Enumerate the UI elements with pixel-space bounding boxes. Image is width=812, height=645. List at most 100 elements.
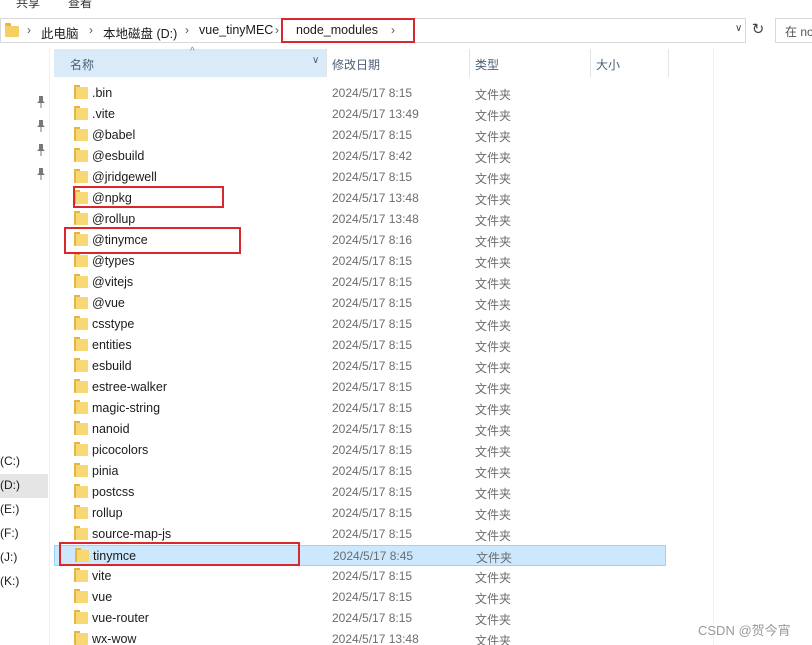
chevron-down-icon[interactable]: ∨: [312, 55, 319, 66]
file-type: 文件夹: [475, 361, 512, 375]
file-name[interactable]: tinymce: [93, 549, 136, 563]
column-header-type[interactable]: 类型: [475, 49, 585, 77]
ribbon-tab-view[interactable]: 查看: [68, 0, 92, 11]
table-row[interactable]: @vitejs 2024/5/17 8:15 文件夹: [54, 272, 666, 293]
file-name[interactable]: entities: [92, 338, 132, 352]
ribbon-tab-share[interactable]: 共享: [16, 0, 40, 11]
file-name[interactable]: @esbuild: [92, 149, 144, 163]
file-name[interactable]: @babel: [92, 128, 135, 142]
table-row[interactable]: .bin 2024/5/17 8:15 文件夹: [54, 83, 666, 104]
file-name[interactable]: estree-walker: [92, 380, 167, 394]
breadcrumb-drive-d[interactable]: 本地磁盘 (D:): [103, 23, 177, 42]
nav-drive-f[interactable]: (F:): [0, 522, 48, 546]
table-row[interactable]: nanoid 2024/5/17 8:15 文件夹: [54, 419, 666, 440]
file-name[interactable]: @vue: [92, 296, 125, 310]
file-name[interactable]: vue: [92, 590, 112, 604]
table-row[interactable]: @rollup 2024/5/17 13:48 文件夹: [54, 209, 666, 230]
file-type: 文件夹: [475, 592, 512, 606]
file-name[interactable]: esbuild: [92, 359, 132, 373]
table-row[interactable]: csstype 2024/5/17 8:15 文件夹: [54, 314, 666, 335]
file-name[interactable]: @tinymce: [92, 233, 148, 247]
navigation-pane: (C:) (D:) (E:) (F:) (J:) (K:): [0, 48, 50, 645]
table-row[interactable]: @types 2024/5/17 8:15 文件夹: [54, 251, 666, 272]
nav-drive-c[interactable]: (C:): [0, 450, 48, 474]
chevron-right-icon[interactable]: ›: [275, 23, 279, 37]
file-date: 2024/5/17 8:15: [332, 338, 413, 352]
file-name[interactable]: picocolors: [92, 443, 148, 457]
search-input[interactable]: 在 no: [775, 18, 812, 43]
file-name[interactable]: csstype: [92, 317, 134, 331]
file-name[interactable]: .vite: [92, 107, 115, 121]
table-row[interactable]: tinymce 2024/5/17 8:45 文件夹: [54, 545, 666, 566]
table-row[interactable]: vite 2024/5/17 8:15 文件夹: [54, 566, 666, 587]
table-row[interactable]: .vite 2024/5/17 13:49 文件夹: [54, 104, 666, 125]
file-name[interactable]: postcss: [92, 485, 134, 499]
table-row[interactable]: wx-wow 2024/5/17 13:48 文件夹: [54, 629, 666, 645]
file-name[interactable]: .bin: [92, 86, 112, 100]
folder-icon: [74, 400, 88, 414]
file-name[interactable]: source-map-js: [92, 527, 171, 541]
table-row[interactable]: vue 2024/5/17 8:15 文件夹: [54, 587, 666, 608]
nav-drive-k[interactable]: (K:): [0, 570, 48, 594]
file-name[interactable]: @jridgewell: [92, 170, 157, 184]
table-row[interactable]: picocolors 2024/5/17 8:15 文件夹: [54, 440, 666, 461]
file-name[interactable]: vue-router: [92, 611, 149, 625]
table-row[interactable]: esbuild 2024/5/17 8:15 文件夹: [54, 356, 666, 377]
table-row[interactable]: @jridgewell 2024/5/17 8:15 文件夹: [54, 167, 666, 188]
pin-icon[interactable]: [36, 96, 46, 108]
table-row[interactable]: source-map-js 2024/5/17 8:15 文件夹: [54, 524, 666, 545]
nav-drive-e[interactable]: (E:): [0, 498, 48, 522]
file-name[interactable]: pinia: [92, 464, 118, 478]
table-row[interactable]: @npkg 2024/5/17 13:48 文件夹: [54, 188, 666, 209]
file-date: 2024/5/17 8:15: [332, 296, 413, 310]
breadcrumb-this-pc[interactable]: 此电脑: [41, 23, 79, 42]
column-divider[interactable]: [469, 49, 470, 77]
pin-icon[interactable]: [36, 144, 46, 156]
chevron-right-icon[interactable]: ›: [89, 23, 93, 37]
breadcrumb-vue-tinymec[interactable]: vue_tinyMEC: [199, 23, 273, 37]
column-header-date[interactable]: 修改日期: [332, 49, 466, 77]
nav-drive-j[interactable]: (J:): [0, 546, 48, 570]
table-row[interactable]: rollup 2024/5/17 8:15 文件夹: [54, 503, 666, 524]
table-row[interactable]: @tinymce 2024/5/17 8:16 文件夹: [54, 230, 666, 251]
file-date: 2024/5/17 8:15: [332, 527, 413, 541]
file-name[interactable]: @types: [92, 254, 135, 268]
folder-icon: [74, 190, 88, 204]
table-row[interactable]: entities 2024/5/17 8:15 文件夹: [54, 335, 666, 356]
column-divider[interactable]: [668, 49, 669, 77]
file-name[interactable]: @rollup: [92, 212, 135, 226]
file-name[interactable]: nanoid: [92, 422, 130, 436]
file-type: 文件夹: [475, 529, 512, 543]
chevron-right-icon[interactable]: ›: [185, 23, 189, 37]
column-divider[interactable]: [590, 49, 591, 77]
table-row[interactable]: @vue 2024/5/17 8:15 文件夹: [54, 293, 666, 314]
table-row[interactable]: vue-router 2024/5/17 8:15 文件夹: [54, 608, 666, 629]
table-row[interactable]: pinia 2024/5/17 8:15 文件夹: [54, 461, 666, 482]
column-header-size[interactable]: 大小: [596, 49, 666, 77]
pin-icon[interactable]: [36, 168, 46, 180]
table-row[interactable]: estree-walker 2024/5/17 8:15 文件夹: [54, 377, 666, 398]
file-name[interactable]: rollup: [92, 506, 123, 520]
file-name[interactable]: @vitejs: [92, 275, 133, 289]
file-name[interactable]: @npkg: [92, 191, 132, 205]
file-type: 文件夹: [475, 508, 512, 522]
file-name[interactable]: vite: [92, 569, 111, 583]
pin-icon[interactable]: [36, 120, 46, 132]
table-row[interactable]: @esbuild 2024/5/17 8:42 文件夹: [54, 146, 666, 167]
refresh-icon[interactable]: ↻: [747, 18, 769, 43]
file-date: 2024/5/17 8:15: [332, 254, 413, 268]
file-type: 文件夹: [475, 235, 512, 249]
table-row[interactable]: magic-string 2024/5/17 8:15 文件夹: [54, 398, 666, 419]
folder-icon: [74, 232, 88, 246]
file-name[interactable]: wx-wow: [92, 632, 136, 645]
nav-drive-d[interactable]: (D:): [0, 474, 48, 498]
address-dropdown-icon[interactable]: ∨: [735, 23, 742, 34]
column-header-name[interactable]: ^ 名称 ∨: [54, 46, 326, 77]
file-name[interactable]: magic-string: [92, 401, 160, 415]
column-header-name-label: 名称: [70, 58, 95, 72]
table-row[interactable]: postcss 2024/5/17 8:15 文件夹: [54, 482, 666, 503]
watermark: CSDN @贺今宵: [698, 623, 791, 638]
chevron-right-icon[interactable]: ›: [27, 23, 31, 37]
table-row[interactable]: @babel 2024/5/17 8:15 文件夹: [54, 125, 666, 146]
column-divider[interactable]: [326, 49, 327, 77]
